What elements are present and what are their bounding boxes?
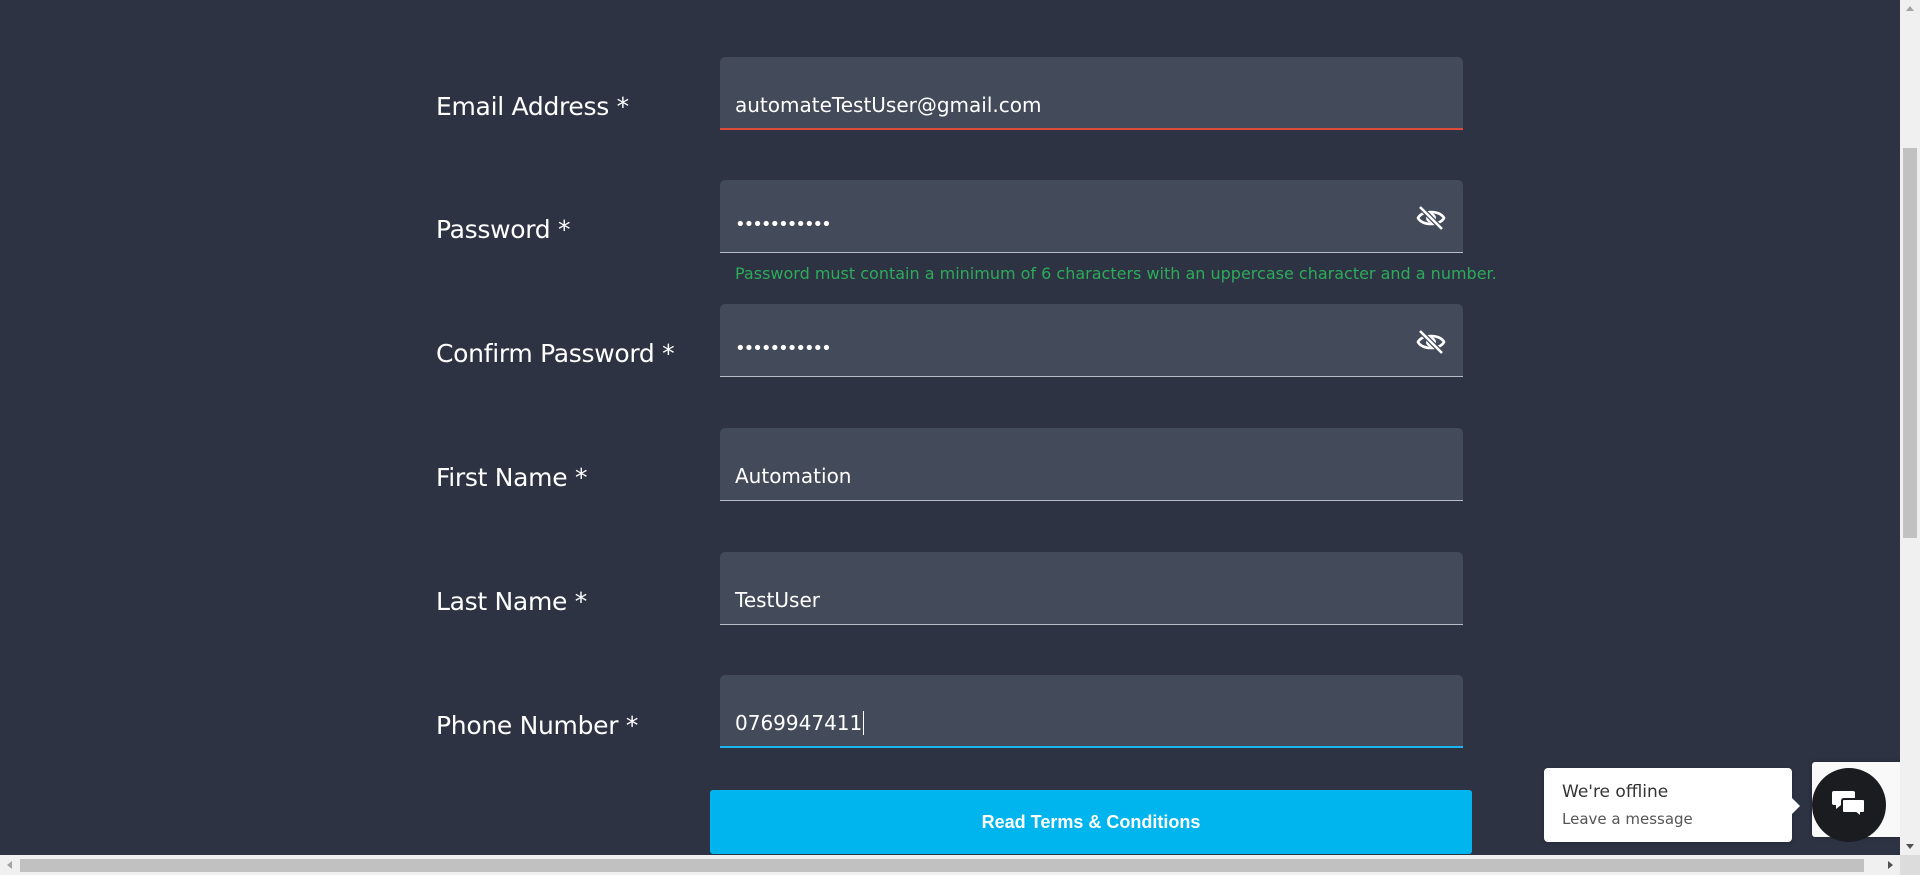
email-label: Email Address * (436, 92, 629, 121)
chat-launcher-button[interactable] (1812, 768, 1886, 842)
first-name-field[interactable]: Automation (720, 428, 1463, 501)
first-name-label: First Name * (436, 463, 588, 492)
password-value: ••••••••••• (735, 214, 832, 235)
horizontal-scroll-thumb[interactable] (20, 859, 1864, 872)
confirm-password-label: Confirm Password * (436, 339, 675, 368)
scroll-left-arrow-icon[interactable] (7, 861, 12, 869)
chat-subtitle: Leave a message (1562, 810, 1693, 828)
scroll-up-arrow-icon[interactable] (1906, 6, 1914, 11)
confirm-password-field[interactable]: ••••••••••• (720, 304, 1463, 377)
email-field[interactable]: automateTestUser@gmail.com (720, 57, 1463, 130)
last-name-label: Last Name * (436, 587, 587, 616)
chat-title: We're offline (1562, 782, 1669, 802)
vertical-scroll-thumb[interactable] (1903, 148, 1917, 538)
scroll-down-arrow-icon[interactable] (1906, 844, 1914, 849)
first-name-value: Automation (735, 464, 852, 488)
scroll-right-arrow-icon[interactable] (1888, 861, 1893, 869)
scrollbar-corner (1900, 855, 1920, 875)
password-label: Password * (436, 215, 571, 244)
read-terms-button[interactable]: Read Terms & Conditions (710, 790, 1472, 854)
phone-value: 0769947411 (735, 710, 865, 737)
confirm-password-value: ••••••••••• (735, 338, 832, 359)
last-name-value: TestUser (735, 588, 820, 612)
phone-text: 0769947411 (735, 711, 863, 735)
chat-bubbles-icon (1831, 788, 1867, 823)
eye-off-icon[interactable] (1416, 205, 1446, 231)
chat-offline-bubble[interactable]: We're offline Leave a message (1544, 768, 1800, 842)
vertical-scrollbar[interactable] (1900, 0, 1920, 855)
password-hint: Password must contain a minimum of 6 cha… (735, 264, 1497, 283)
email-value: automateTestUser@gmail.com (735, 93, 1042, 117)
password-field[interactable]: ••••••••••• (720, 180, 1463, 253)
phone-label: Phone Number * (436, 711, 639, 740)
text-caret (863, 710, 865, 735)
eye-off-icon[interactable] (1416, 329, 1446, 355)
horizontal-scrollbar[interactable] (0, 855, 1920, 875)
phone-field[interactable]: 0769947411 (720, 675, 1463, 748)
last-name-field[interactable]: TestUser (720, 552, 1463, 625)
